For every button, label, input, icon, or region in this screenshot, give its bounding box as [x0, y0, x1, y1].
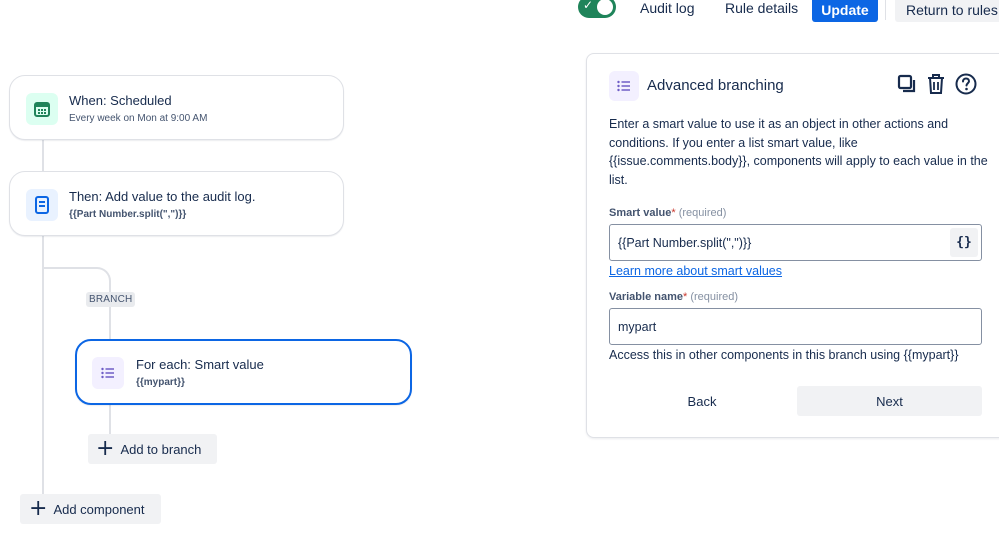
panel-title: Advanced branching: [647, 77, 784, 94]
branch-card[interactable]: For each: Smart value {{mypart}}: [75, 339, 412, 405]
return-to-rules-button[interactable]: Return to rules: [895, 0, 999, 22]
add-component-label: Add component: [53, 501, 145, 517]
rule-details-link[interactable]: Rule details: [725, 0, 798, 16]
add-component-button[interactable]: + Add component: [20, 494, 161, 524]
smart-value-text: {{Part Number.split(",")}}: [618, 235, 752, 250]
advanced-branching-panel: Advanced branching Enter a smart value t…: [586, 53, 999, 438]
branch-title: For each: Smart value: [136, 357, 264, 372]
list-icon: [92, 357, 124, 389]
audit-log-link[interactable]: Audit log: [640, 0, 694, 16]
variable-name-label: Variable name* (required): [609, 291, 739, 303]
copy-icon[interactable]: [895, 72, 919, 96]
update-button[interactable]: Update: [812, 0, 878, 22]
connector-line: [109, 307, 111, 340]
toggle-knob: [597, 0, 613, 15]
trigger-title: When: Scheduled: [69, 93, 172, 108]
variable-name-text: mypart: [618, 319, 657, 334]
branch-label: BRANCH: [86, 292, 136, 307]
plus-icon: +: [96, 436, 115, 461]
connector-line: [109, 404, 111, 436]
trash-icon[interactable]: [924, 72, 948, 96]
smart-value-input[interactable]: {{Part Number.split(",")}} {}: [609, 224, 982, 261]
smart-value-picker-button[interactable]: {}: [950, 228, 978, 257]
plus-icon: +: [29, 496, 48, 521]
action-title: Then: Add value to the audit log.: [69, 189, 256, 204]
list-icon: [609, 71, 639, 101]
help-icon[interactable]: [954, 72, 978, 96]
panel-description: Enter a smart value to use it as an obje…: [609, 117, 988, 187]
branch-subtitle: {{mypart}}: [136, 377, 185, 388]
calendar-icon: [26, 93, 58, 125]
connector-line: [42, 140, 44, 172]
variable-helper-text: Access this in other components in this …: [609, 348, 959, 362]
next-button[interactable]: Next: [797, 386, 982, 416]
toolbar-divider: [885, 0, 886, 20]
check-icon: ✓: [583, 0, 594, 12]
action-card[interactable]: Then: Add value to the audit log. {{Part…: [9, 171, 344, 236]
rule-enabled-toggle[interactable]: ✓: [578, 0, 616, 18]
trigger-subtitle: Every week on Mon at 9:00 AM: [69, 113, 208, 124]
back-button[interactable]: Back: [609, 386, 795, 416]
variable-name-input[interactable]: mypart: [609, 308, 982, 345]
trigger-card[interactable]: When: Scheduled Every week on Mon at 9:0…: [9, 75, 344, 140]
smart-value-label: Smart value* (required): [609, 207, 727, 219]
learn-more-link[interactable]: Learn more about smart values: [609, 264, 782, 278]
add-to-branch-button[interactable]: + Add to branch: [88, 434, 217, 464]
top-toolbar: ✓ Audit log Rule details Update Return t…: [0, 0, 999, 24]
branch-connector: [43, 267, 111, 293]
action-subtitle: {{Part Number.split(",")}}: [69, 209, 187, 220]
document-icon: [26, 189, 58, 221]
add-to-branch-label: Add to branch: [120, 441, 202, 457]
